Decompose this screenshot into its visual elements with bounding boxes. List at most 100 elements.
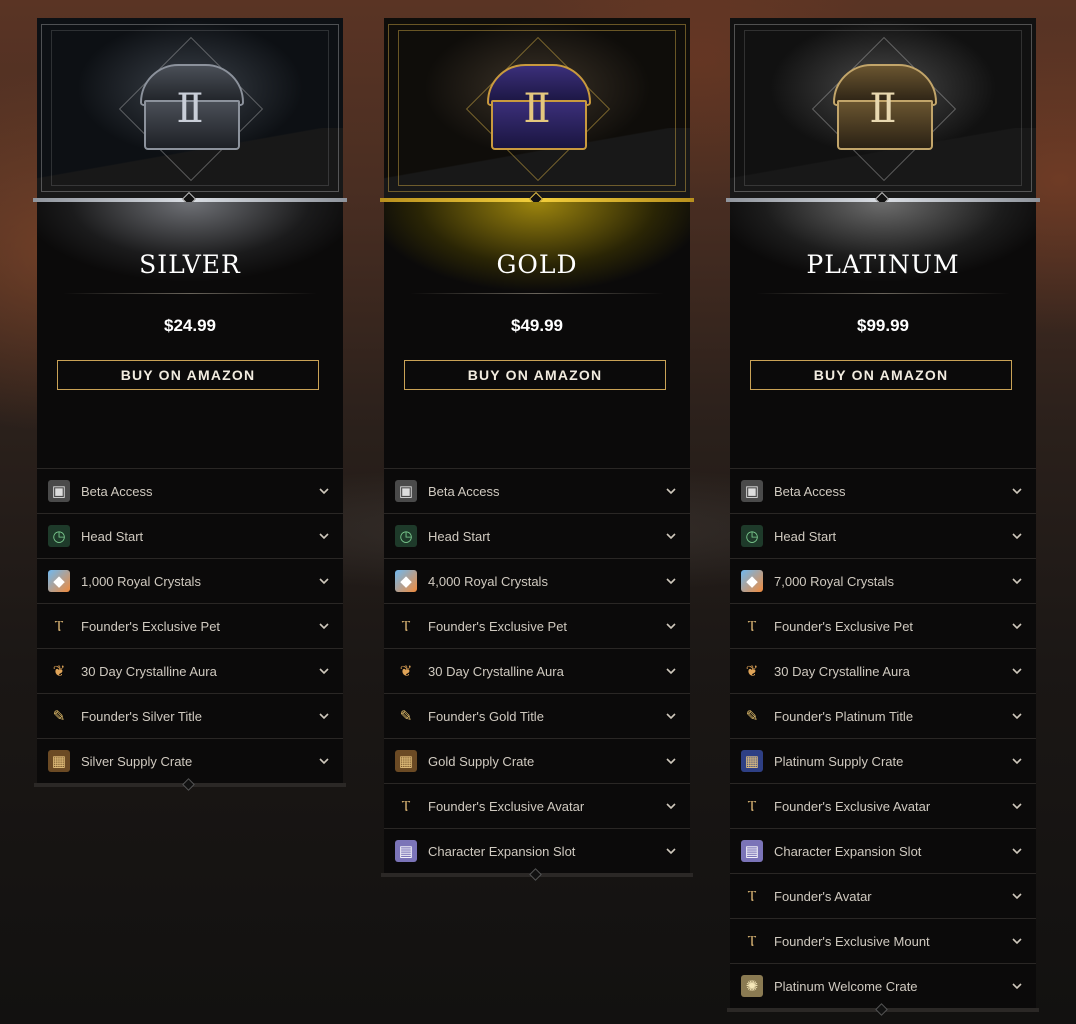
reward-label: Head Start bbox=[428, 528, 491, 544]
reward-label: 30 Day Crystalline Aura bbox=[774, 663, 910, 679]
tier-card-silver: Ⅱ SILVER $24.99 BUY ON AMAZON ▣ Beta Acce… bbox=[33, 18, 347, 791]
reward-row[interactable]: ▣ Beta Access bbox=[384, 468, 690, 513]
chevron-down-icon[interactable] bbox=[664, 709, 678, 723]
reward-row[interactable]: ▤ Character Expansion Slot bbox=[384, 828, 690, 873]
reward-label: 7,000 Royal Crystals bbox=[774, 573, 894, 589]
reward-label: Founder's Exclusive Pet bbox=[81, 618, 221, 634]
chevron-down-icon[interactable] bbox=[1010, 484, 1024, 498]
reward-row[interactable]: ❦ 30 Day Crystalline Aura bbox=[384, 648, 690, 693]
reward-row[interactable]: ✎ Founder's Silver Title bbox=[37, 693, 343, 738]
chevron-down-icon[interactable] bbox=[1010, 799, 1024, 813]
reward-label: Founder's Platinum Title bbox=[774, 708, 914, 724]
reward-row[interactable]: ▤ Character Expansion Slot bbox=[730, 828, 1036, 873]
avatar-icon: Ⲧ bbox=[747, 887, 757, 905]
tier-name: GOLD bbox=[496, 250, 578, 279]
crate-icon: ▦ bbox=[395, 750, 417, 772]
reward-label: Founder's Silver Title bbox=[81, 708, 202, 724]
reward-row[interactable]: Ⲧ Founder's Exclusive Mount bbox=[730, 918, 1036, 963]
pet-icon: Ⲧ bbox=[401, 617, 411, 635]
card-bottom-edge bbox=[381, 868, 693, 881]
tier-price: $49.99 bbox=[511, 316, 563, 335]
reward-label: Founder's Exclusive Pet bbox=[428, 618, 568, 634]
chevron-down-icon[interactable] bbox=[664, 574, 678, 588]
chevron-down-icon[interactable] bbox=[317, 574, 331, 588]
chevron-down-icon[interactable] bbox=[1010, 619, 1024, 633]
reward-label: Platinum Welcome Crate bbox=[774, 978, 918, 994]
reward-row[interactable]: ❦ 30 Day Crystalline Aura bbox=[730, 648, 1036, 693]
gold-chest-icon: Ⅱ bbox=[487, 64, 591, 150]
chevron-down-icon[interactable] bbox=[1010, 934, 1024, 948]
ticket-icon: ▣ bbox=[395, 480, 417, 502]
reward-row[interactable]: ◆ 4,000 Royal Crystals bbox=[384, 558, 690, 603]
clock-icon: ◷ bbox=[395, 525, 417, 547]
tier-header: SILVER $24.99 BUY ON AMAZON bbox=[37, 202, 343, 468]
reward-row[interactable]: Ⲧ Founder's Exclusive Pet bbox=[730, 603, 1036, 648]
divider bbox=[410, 293, 664, 294]
chevron-down-icon[interactable] bbox=[317, 709, 331, 723]
reward-row[interactable]: ✺ Platinum Welcome Crate bbox=[730, 963, 1036, 1008]
reward-row[interactable]: ▣ Beta Access bbox=[730, 468, 1036, 513]
reward-label: Founder's Exclusive Pet bbox=[774, 618, 914, 634]
tier-name: PLATINUM bbox=[806, 250, 960, 279]
reward-label: Silver Supply Crate bbox=[81, 753, 193, 769]
reward-row[interactable]: ❦ 30 Day Crystalline Aura bbox=[37, 648, 343, 693]
reward-label: Head Start bbox=[81, 528, 144, 544]
reward-row[interactable]: ▦ Platinum Supply Crate bbox=[730, 738, 1036, 783]
chevron-down-icon[interactable] bbox=[1010, 844, 1024, 858]
chevron-down-icon[interactable] bbox=[317, 484, 331, 498]
mount-icon: Ⲧ bbox=[747, 932, 757, 950]
reward-row[interactable]: ▦ Gold Supply Crate bbox=[384, 738, 690, 783]
chevron-down-icon[interactable] bbox=[664, 619, 678, 633]
reward-row[interactable]: ▦ Silver Supply Crate bbox=[37, 738, 343, 783]
slot-ticket-icon: ▤ bbox=[741, 840, 763, 862]
reward-row[interactable]: Ⲧ Founder's Exclusive Pet bbox=[384, 603, 690, 648]
buy-on-amazon-button[interactable]: BUY ON AMAZON bbox=[750, 360, 1012, 390]
avatar-icon: Ⲧ bbox=[401, 797, 411, 815]
reward-row[interactable]: ◷ Head Start bbox=[384, 513, 690, 558]
reward-row[interactable]: Ⲧ Founder's Avatar bbox=[730, 873, 1036, 918]
crate-blue-icon: ▦ bbox=[741, 750, 763, 772]
aura-icon: ❦ bbox=[52, 663, 66, 680]
reward-row[interactable]: ✎ Founder's Gold Title bbox=[384, 693, 690, 738]
reward-row[interactable]: ◷ Head Start bbox=[730, 513, 1036, 558]
tier-header: PLATINUM $99.99 BUY ON AMAZON bbox=[730, 202, 1036, 468]
chevron-down-icon[interactable] bbox=[664, 529, 678, 543]
buy-on-amazon-button[interactable]: BUY ON AMAZON bbox=[57, 360, 319, 390]
reward-row[interactable]: ◆ 7,000 Royal Crystals bbox=[730, 558, 1036, 603]
aura-icon: ❦ bbox=[399, 663, 413, 680]
chevron-down-icon[interactable] bbox=[1010, 574, 1024, 588]
chevron-down-icon[interactable] bbox=[317, 619, 331, 633]
chevron-down-icon[interactable] bbox=[1010, 889, 1024, 903]
tier-card-platinum: Ⅱ PLATINUM $99.99 BUY ON AMAZON ▣ Beta Ac… bbox=[726, 18, 1040, 1016]
chevron-down-icon[interactable] bbox=[664, 844, 678, 858]
chevron-down-icon[interactable] bbox=[1010, 754, 1024, 768]
pet-icon: Ⲧ bbox=[747, 617, 757, 635]
chevron-down-icon[interactable] bbox=[664, 754, 678, 768]
reward-row[interactable]: Ⲧ Founder's Exclusive Avatar bbox=[384, 783, 690, 828]
reward-label: Founder's Exclusive Avatar bbox=[428, 798, 585, 814]
reward-row[interactable]: Ⲧ Founder's Exclusive Pet bbox=[37, 603, 343, 648]
chevron-down-icon[interactable] bbox=[664, 484, 678, 498]
reward-label: Platinum Supply Crate bbox=[774, 753, 904, 769]
reward-row[interactable]: ◷ Head Start bbox=[37, 513, 343, 558]
platinum-chest-icon: Ⅱ bbox=[833, 64, 937, 150]
chevron-down-icon[interactable] bbox=[1010, 529, 1024, 543]
aura-icon: ❦ bbox=[745, 663, 759, 680]
chevron-down-icon[interactable] bbox=[664, 799, 678, 813]
chevron-down-icon[interactable] bbox=[317, 529, 331, 543]
welcome-crate-icon: ✺ bbox=[741, 975, 763, 997]
reward-row[interactable]: ▣ Beta Access bbox=[37, 468, 343, 513]
reward-row[interactable]: Ⲧ Founder's Exclusive Avatar bbox=[730, 783, 1036, 828]
buy-on-amazon-button[interactable]: BUY ON AMAZON bbox=[404, 360, 666, 390]
chevron-down-icon[interactable] bbox=[1010, 979, 1024, 993]
reward-row[interactable]: ◆ 1,000 Royal Crystals bbox=[37, 558, 343, 603]
chevron-down-icon[interactable] bbox=[317, 664, 331, 678]
reward-row[interactable]: ✎ Founder's Platinum Title bbox=[730, 693, 1036, 738]
chevron-down-icon[interactable] bbox=[1010, 709, 1024, 723]
reward-label: 30 Day Crystalline Aura bbox=[81, 663, 217, 679]
chevron-down-icon[interactable] bbox=[664, 664, 678, 678]
clock-icon: ◷ bbox=[741, 525, 763, 547]
chevron-down-icon[interactable] bbox=[1010, 664, 1024, 678]
chevron-down-icon[interactable] bbox=[317, 754, 331, 768]
crystal-icon: ◆ bbox=[741, 570, 763, 592]
